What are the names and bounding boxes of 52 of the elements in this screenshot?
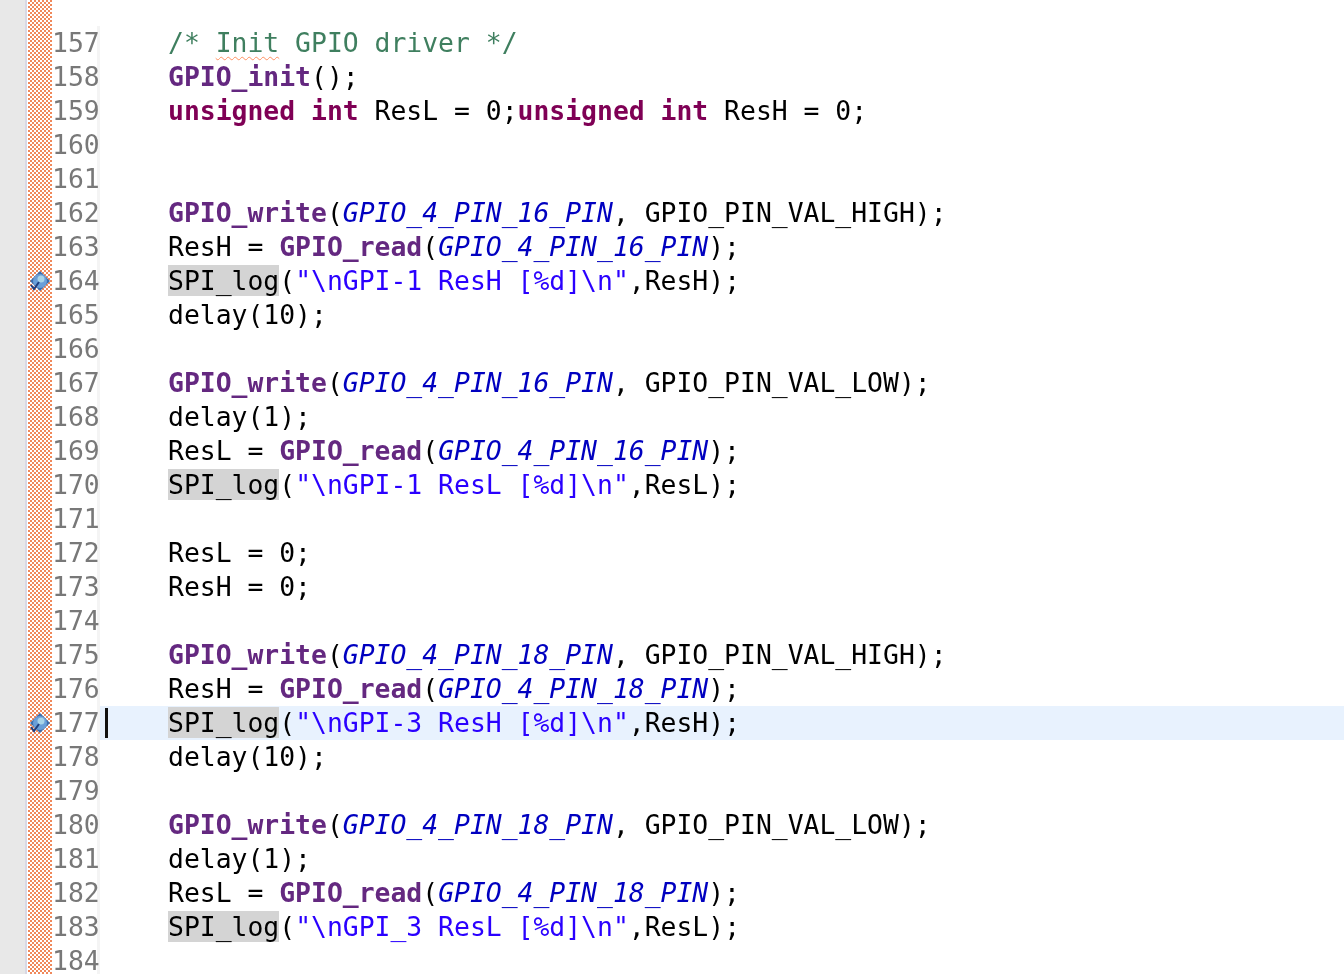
line-number: 160 — [52, 128, 100, 162]
breakpoint-icon[interactable] — [29, 270, 51, 292]
code-line: delay(10); — [168, 299, 327, 330]
line-number: 169 — [52, 434, 100, 468]
line-number: 164 — [52, 264, 100, 298]
line-number: 159 — [52, 94, 100, 128]
text-cursor — [105, 708, 108, 738]
code-line: ResH = GPIO_read(GPIO_4_PIN_18_PIN); — [168, 673, 740, 704]
code-line: delay(1); — [168, 843, 311, 874]
code-line: ResL = GPIO_read(GPIO_4_PIN_18_PIN); — [168, 877, 740, 908]
line-number: 174 — [52, 604, 100, 638]
code-line: delay(1); — [168, 401, 311, 432]
code-line: SPI_log("\nGPI-1 ResH [%d]\n",ResH); — [168, 265, 741, 296]
line-number: 157 — [52, 26, 100, 60]
line-number: 158 — [52, 60, 100, 94]
line-number: 167 — [52, 366, 100, 400]
code-line: ResL = 0; — [168, 537, 311, 568]
code-line: delay(10); — [168, 741, 327, 772]
code-line: SPI_log("\nGPI-3 ResH [%d]\n",ResH); — [168, 707, 741, 738]
line-number: 184 — [52, 944, 100, 974]
code-line: GPIO_init(); — [168, 61, 359, 92]
line-number: 183 — [52, 910, 100, 944]
line-number: 170 — [52, 468, 100, 502]
code-line: unsigned int ResL = 0;unsigned int ResH = 0; — [168, 95, 868, 126]
line-number: 168 — [52, 400, 100, 434]
code-line: ResH = GPIO_read(GPIO_4_PIN_16_PIN); — [168, 231, 740, 262]
line-number: 175 — [52, 638, 100, 672]
line-number: 162 — [52, 196, 100, 230]
line-number: 178 — [52, 740, 100, 774]
line-number: 163 — [52, 230, 100, 264]
code-line: /* Init GPIO driver */ — [168, 27, 518, 58]
line-number: 177 — [52, 706, 100, 740]
line-number: 161 — [52, 162, 100, 196]
line-number: 173 — [52, 570, 100, 604]
line-number: 181 — [52, 842, 100, 876]
line-number: 166 — [52, 332, 100, 366]
code-line: SPI_log("\nGPI-1 ResL [%d]\n",ResL); — [168, 469, 741, 500]
line-number: 171 — [52, 502, 100, 536]
code-line: GPIO_write(GPIO_4_PIN_16_PIN, GPIO_PIN_VAL_LOW); — [168, 367, 931, 398]
line-number: 179 — [52, 774, 100, 808]
line-number: 180 — [52, 808, 100, 842]
code-line: GPIO_write(GPIO_4_PIN_16_PIN, GPIO_PIN_VAL_HIGH); — [168, 197, 947, 228]
line-number: 182 — [52, 876, 100, 910]
code-line: GPIO_write(GPIO_4_PIN_18_PIN, GPIO_PIN_VAL_LOW); — [168, 809, 931, 840]
line-number: 172 — [52, 536, 100, 570]
code-line: SPI_log("\nGPI_3 ResL [%d]\n",ResL); — [168, 911, 741, 942]
code-line: GPIO_write(GPIO_4_PIN_18_PIN, GPIO_PIN_VAL_HIGH); — [168, 639, 947, 670]
line-number: 176 — [52, 672, 100, 706]
breakpoint-icon[interactable] — [29, 712, 51, 734]
code-line: ResL = GPIO_read(GPIO_4_PIN_16_PIN); — [168, 435, 740, 466]
code-line: ResH = 0; — [168, 571, 311, 602]
line-number: 165 — [52, 298, 100, 332]
